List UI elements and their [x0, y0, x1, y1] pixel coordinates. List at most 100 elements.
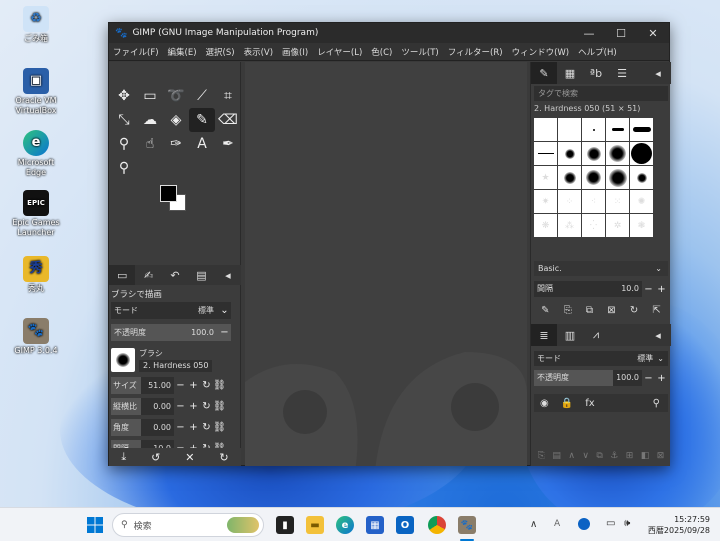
lasso-tool-icon[interactable]: ➰ — [163, 84, 189, 108]
minus-icon[interactable]: − — [218, 327, 231, 338]
smudge-tool-icon[interactable]: ☝ — [137, 132, 163, 156]
brush-tile[interactable]: ★ — [534, 166, 557, 189]
network-icon[interactable]: ▭ — [606, 518, 615, 529]
menu-help[interactable]: ヘルプ(H) — [578, 46, 617, 58]
color-picker-tool-icon[interactable]: ✒ — [215, 132, 241, 156]
mode-select[interactable]: 標準 — [198, 305, 214, 316]
chevron-down-icon[interactable]: ⌄ — [655, 261, 662, 276]
desktop-icon-hidemaru[interactable]: 秀 秀丸 — [8, 256, 64, 294]
lower-layer-icon[interactable]: ∨ — [582, 451, 589, 461]
desktop-icon-gimp[interactable]: 🐾 GIMP 3.0.4 — [8, 318, 64, 356]
size-slider[interactable]: サイズ 51.00 − + ↻ ⛓ — [111, 377, 235, 394]
link-icon[interactable]: ⛓ — [213, 380, 226, 391]
brush-tile[interactable] — [582, 142, 605, 165]
start-windows-icon[interactable] — [86, 516, 104, 534]
menu-windows[interactable]: ウィンドウ(W) — [512, 46, 570, 58]
chevron-up-icon[interactable]: ∧ — [530, 519, 537, 530]
mask-icon[interactable]: ◧ — [641, 451, 650, 461]
menu-layer[interactable]: レイヤー(L) — [317, 46, 362, 58]
edge-taskbar-icon[interactable]: e — [336, 516, 354, 534]
visibility-eye-icon[interactable]: ◉ — [540, 398, 549, 409]
lock-icon[interactable]: 🔒 — [561, 398, 573, 409]
foreground-color[interactable] — [160, 185, 177, 202]
bucket-fill-tool-icon[interactable]: ◈ — [163, 108, 189, 132]
task-view-icon[interactable]: ▮ — [276, 516, 294, 534]
plus-icon[interactable]: + — [655, 373, 668, 384]
close-button[interactable]: ✕ — [637, 27, 669, 40]
brush-tile[interactable]: ⁘ — [558, 190, 581, 213]
paths-tab-icon[interactable]: ⩘ — [583, 324, 609, 346]
new-brush-icon[interactable]: ⎘ — [564, 305, 572, 316]
canvas-area[interactable] — [245, 62, 527, 466]
link-icon[interactable]: ⛓ — [213, 401, 226, 412]
angle-value[interactable]: 0.00 — [141, 419, 174, 436]
brush-preview[interactable] — [111, 348, 135, 372]
raise-layer-icon[interactable]: ∧ — [568, 451, 575, 461]
patterns-tab-icon[interactable]: ▦ — [557, 62, 583, 84]
desktop-icon-recycle-bin[interactable]: ♻ ごみ箱 — [8, 6, 64, 44]
search-icon[interactable]: ⚲ — [653, 398, 660, 409]
menu-edit[interactable]: 編集(E) — [168, 46, 197, 58]
brush-tile[interactable]: ⁙ — [606, 190, 629, 213]
brush-tile[interactable] — [558, 166, 581, 189]
taskbar-search[interactable]: ⚲ 検索 — [112, 513, 264, 537]
menu-view[interactable]: 表示(V) — [244, 46, 273, 58]
size-value[interactable]: 51.00 — [141, 377, 174, 394]
menu-image[interactable]: 画像(I) — [282, 46, 308, 58]
minus-icon[interactable]: − — [174, 380, 187, 391]
new-layer-icon[interactable]: ⎘ — [538, 451, 545, 461]
duplicate-layer-icon[interactable]: ⧉ — [596, 451, 602, 461]
anchor-layer-icon[interactable]: ⚓ — [610, 451, 618, 461]
menu-tools[interactable]: ツール(T) — [401, 46, 438, 58]
onedrive-icon[interactable] — [578, 518, 590, 530]
minus-icon[interactable]: − — [642, 284, 655, 295]
brush-preset-select[interactable]: Basic. ⌄ — [534, 261, 668, 276]
gimp-taskbar-icon[interactable]: 🐾 — [458, 516, 476, 534]
opacity-row[interactable]: 不透明度 100.0 − — [111, 324, 231, 341]
fx-icon[interactable]: fx — [585, 398, 594, 409]
outlook-icon[interactable]: O — [396, 516, 414, 534]
layer-mode-row[interactable]: モード 標準 ⌄ — [534, 351, 668, 366]
plus-icon[interactable]: + — [187, 422, 200, 433]
edit-brush-icon[interactable]: ✎ — [541, 305, 549, 316]
chevron-down-icon[interactable]: ⌄ — [218, 305, 231, 316]
gradients-tab-icon[interactable]: ☰ — [609, 62, 635, 84]
paths-tool-icon[interactable]: ✑ — [163, 132, 189, 156]
transform-tool-icon[interactable]: ⤡ — [111, 108, 137, 132]
brush-grid[interactable]: ★ ✷ ⁘ ⁖ ⁙ ✺ ❋ ⁂ ⁛ ✲ ❃ — [534, 118, 653, 237]
brush-tile[interactable]: ❃ — [630, 214, 653, 237]
open-as-image-icon[interactable]: ⇱ — [652, 305, 660, 316]
delete-icon[interactable]: ✕ — [185, 451, 194, 464]
volume-icon[interactable]: 🕪 — [624, 518, 630, 529]
rect-select-tool-icon[interactable]: ▭ — [137, 84, 163, 108]
brush-tile[interactable] — [558, 142, 581, 165]
eraser-tool-icon[interactable]: ⌫ — [215, 108, 241, 132]
layer-opacity-value[interactable]: 100.0 — [613, 370, 642, 386]
menu-select[interactable]: 選択(S) — [206, 46, 235, 58]
brush-tile[interactable] — [558, 118, 581, 141]
store-icon[interactable]: ▦ — [366, 516, 384, 534]
tab-menu-icon[interactable]: ◂ — [215, 265, 241, 285]
refresh-icon[interactable]: ↻ — [630, 305, 638, 316]
chrome-icon[interactable] — [428, 516, 446, 534]
desktop-icon-edge[interactable]: e Microsoft Edge — [8, 130, 64, 178]
reset-icon[interactable]: ↻ — [200, 380, 213, 391]
brushes-tab-icon[interactable]: ✎ — [531, 62, 557, 84]
brush-tile[interactable] — [606, 166, 629, 189]
fuzzy-select-tool-icon[interactable]: ⟋ — [189, 84, 215, 108]
brush-tile[interactable]: ❋ — [534, 214, 557, 237]
text-tool-icon[interactable]: A — [189, 132, 215, 156]
layer-mode-value[interactable]: 標準 — [637, 351, 653, 366]
save-preset-icon[interactable]: ⤓ — [121, 450, 126, 464]
brush-spacing-row[interactable]: 間隔 10.0 − + — [534, 281, 668, 297]
delete-brush-icon[interactable]: ⊠ — [607, 305, 615, 316]
brush-tile[interactable] — [630, 166, 653, 189]
brush-tile[interactable] — [606, 142, 629, 165]
restore-icon[interactable]: ↺ — [151, 451, 160, 464]
layer-opacity-row[interactable]: 不透明度 100.0 − + — [534, 370, 668, 386]
brush-tile[interactable]: ✲ — [606, 214, 629, 237]
minus-icon[interactable]: − — [642, 373, 655, 384]
desktop-icon-epic-games[interactable]: EPIC Epic Games Launcher — [8, 190, 64, 238]
brush-tile[interactable] — [582, 118, 605, 141]
brush-tile[interactable] — [630, 142, 653, 165]
